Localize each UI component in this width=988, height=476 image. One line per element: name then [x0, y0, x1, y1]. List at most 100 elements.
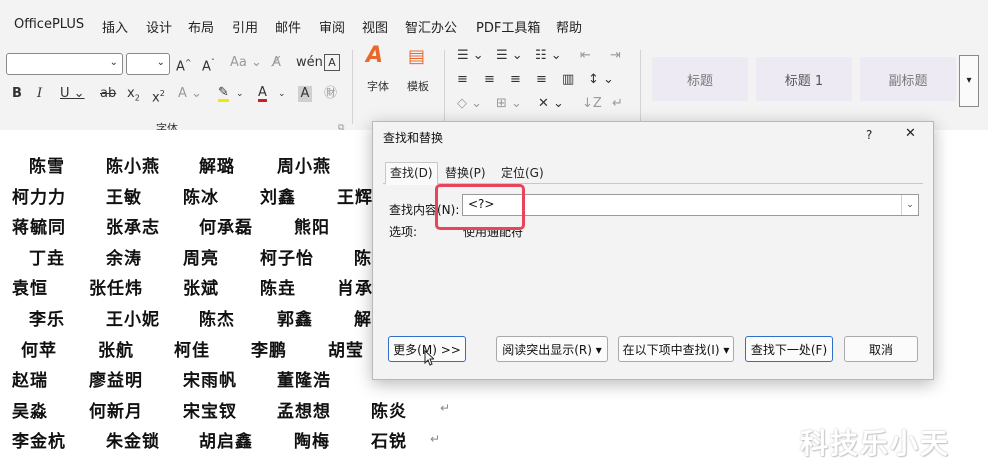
clear-format-icon[interactable]: A̸	[272, 55, 281, 71]
list-item: 王辉	[337, 188, 373, 208]
list-item: 解璐	[199, 157, 235, 177]
style-heading-1[interactable]: 标题 1	[756, 57, 852, 101]
font-button-label[interactable]: 字体	[367, 79, 389, 95]
template-button-label[interactable]: 模板	[407, 79, 429, 95]
font-color-icon[interactable]: A	[258, 86, 267, 102]
list-item: 柯佳	[174, 341, 210, 361]
distributed-icon[interactable]: ▥	[562, 72, 574, 88]
list-item: 陶梅	[294, 432, 330, 452]
list-item: 郭鑫	[277, 310, 313, 330]
ribbon-divider	[444, 50, 445, 124]
list-item: 董隆浩	[277, 371, 331, 391]
chevron-down-icon[interactable]: ⌄	[278, 86, 286, 102]
enclose-char-icon[interactable]: ㊖	[324, 86, 337, 102]
close-icon[interactable]: ✕	[905, 126, 916, 141]
align-right-icon[interactable]: ≡	[510, 72, 521, 88]
phonetic-guide-icon[interactable]: wén	[296, 55, 323, 71]
ribbon-divider	[352, 50, 353, 124]
change-case-icon[interactable]: Aa ⌄	[230, 55, 262, 71]
italic-icon[interactable]: I	[37, 86, 42, 102]
list-item: 胡启鑫	[199, 432, 253, 452]
numbering-icon[interactable]: ☰ ⌄	[496, 48, 523, 64]
list-item: 吴淼	[12, 402, 48, 422]
chevron-down-icon[interactable]: ⌄	[236, 86, 244, 102]
menu-mailings[interactable]: 邮件	[275, 17, 301, 36]
menu-pdf-tools[interactable]: PDF工具箱	[476, 17, 540, 36]
menu-zhihui[interactable]: 智汇办公	[405, 17, 457, 36]
find-replace-dialog: 查找和替换 ? ✕ 查找(D) 替换(P) 定位(G) 查找内容(N): <?>…	[372, 121, 934, 380]
menu-help[interactable]: 帮助	[556, 17, 582, 36]
list-item: 宋宝钗	[183, 402, 237, 422]
list-item: 陈垚	[260, 279, 296, 299]
chevron-down-icon: ▾	[966, 75, 972, 86]
align-left-icon[interactable]: ≡	[457, 72, 468, 88]
chevron-down-icon[interactable]: ⌄	[901, 195, 918, 215]
shading-icon[interactable]: ◇ ⌄	[457, 96, 482, 112]
chinese-layout-icon[interactable]: ✕ ⌄	[538, 96, 564, 112]
grow-font-icon[interactable]: A^	[176, 55, 192, 75]
font-big-icon[interactable]: A	[366, 45, 383, 67]
tab-replace[interactable]: 替换(P)	[441, 163, 490, 183]
bold-icon[interactable]: B	[12, 86, 22, 102]
char-border-icon[interactable]: A	[324, 54, 340, 71]
find-what-input[interactable]: <?> ⌄	[462, 194, 919, 216]
list-item: 张斌	[183, 279, 219, 299]
multilevel-list-icon[interactable]: ☷ ⌄	[535, 48, 562, 64]
help-icon[interactable]: ?	[866, 128, 872, 142]
list-item: 何承磊	[199, 218, 253, 238]
menu-bar: OfficePLUS 插入 设计 布局 引用 邮件 审阅 视图 智汇办公 PDF…	[0, 0, 988, 46]
bullets-icon[interactable]: ☰ ⌄	[457, 48, 484, 64]
list-item: 张航	[98, 341, 134, 361]
ribbon-divider	[640, 50, 641, 124]
sort-icon[interactable]: ↓Z	[582, 96, 602, 112]
font-name-combo[interactable]: ⌄	[6, 53, 123, 75]
list-item: 熊阳	[294, 218, 330, 238]
styles-more-button[interactable]: ▾	[959, 55, 979, 107]
template-icon[interactable]: ▤	[408, 48, 425, 66]
list-item: 王敏	[106, 188, 142, 208]
increase-indent-icon[interactable]: ⇥	[610, 48, 621, 64]
tab-goto[interactable]: 定位(G)	[497, 163, 548, 183]
style-heading[interactable]: 标题	[652, 57, 748, 101]
list-item: 袁恒	[12, 279, 48, 299]
menu-review[interactable]: 审阅	[319, 17, 345, 36]
shrink-font-icon[interactable]: Aˇ	[202, 55, 215, 75]
tab-find[interactable]: 查找(D)	[385, 162, 438, 185]
reading-highlight-button[interactable]: 阅读突出显示(R) ▾	[496, 336, 608, 362]
line-spacing-icon[interactable]: ↕ ⌄	[588, 72, 614, 88]
style-subtitle[interactable]: 副标题	[860, 57, 956, 101]
menu-references[interactable]: 引用	[232, 17, 258, 36]
list-item: 柯子怡	[260, 249, 314, 269]
highlight-color-icon[interactable]: ✎	[218, 86, 229, 102]
list-item: 蒋毓同	[12, 218, 66, 238]
list-item: 周亮	[183, 249, 219, 269]
menu-insert[interactable]: 插入	[102, 17, 128, 36]
borders-icon[interactable]: ⊞ ⌄	[496, 96, 522, 112]
font-size-combo[interactable]: ⌄	[126, 53, 170, 75]
list-item: 张承志	[106, 218, 160, 238]
list-item: 张任炜	[89, 279, 143, 299]
decrease-indent-icon[interactable]: ⇤	[580, 48, 591, 64]
menu-view[interactable]: 视图	[362, 17, 388, 36]
find-in-button[interactable]: 在以下项中查找(I) ▾	[618, 336, 734, 362]
menu-layout[interactable]: 布局	[188, 17, 214, 36]
underline-icon[interactable]: U ⌄	[60, 86, 85, 102]
superscript-icon[interactable]: x2	[152, 86, 165, 106]
subscript-icon[interactable]: x2	[127, 86, 140, 107]
show-marks-icon[interactable]: ↵	[612, 96, 623, 112]
justify-icon[interactable]: ≡	[536, 72, 547, 88]
strikethrough-icon[interactable]: ab	[100, 86, 116, 102]
align-center-icon[interactable]: ≡	[484, 72, 495, 88]
menu-officeplus[interactable]: OfficePLUS	[14, 17, 84, 32]
list-item: 陈雪	[29, 157, 65, 177]
menu-design[interactable]: 设计	[146, 17, 172, 36]
list-item: 陈	[354, 249, 372, 269]
find-next-button[interactable]: 查找下一处(F)	[745, 336, 833, 362]
list-item: 赵瑞	[12, 371, 48, 391]
style-heading-label: 标题	[686, 73, 713, 89]
list-item: 柯力力	[12, 188, 66, 208]
char-shading-icon[interactable]: A	[298, 86, 312, 102]
paragraph-mark-icon: ↵	[430, 432, 441, 446]
text-effects-icon[interactable]: A ⌄	[178, 86, 202, 102]
cancel-button[interactable]: 取消	[844, 336, 918, 362]
